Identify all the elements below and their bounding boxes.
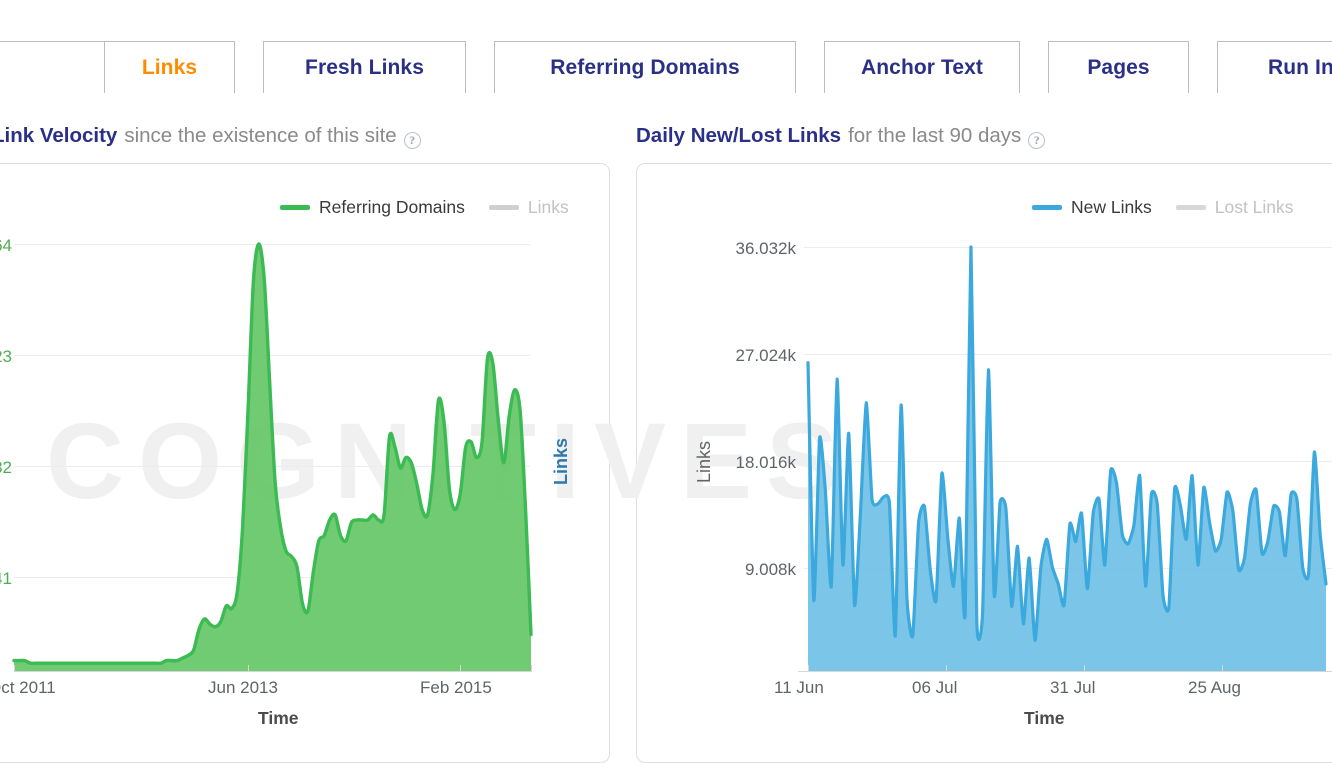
link-velocity-plot [12, 242, 533, 671]
tab-partial-left[interactable] [0, 41, 105, 93]
tab-anchor-text[interactable]: Anchor Text [824, 41, 1020, 93]
daily-links-heading: Daily New/Lost Links for the last 90 day… [636, 124, 1046, 149]
x-tick-11-jun: 11 Jun [774, 678, 824, 697]
y-axis-title-links: Links [694, 440, 714, 483]
daily-links-heading-strong: Daily New/Lost Links [636, 124, 842, 147]
tab-links[interactable]: Links [104, 41, 235, 93]
x-tick-mark [1222, 665, 1223, 672]
y-axis-title-links: Links [551, 437, 571, 485]
daily-links-plot [806, 245, 1328, 671]
tab-run-in[interactable]: Run In- [1217, 41, 1332, 93]
link-velocity-heading: Link Velocity since the existence of thi… [0, 124, 421, 149]
link-velocity-chart: Referring Domains Links 164 123 82 41 Oc… [0, 163, 610, 763]
x-axis-line [798, 671, 1332, 672]
tab-referring-domains[interactable]: Referring Domains [494, 41, 796, 93]
x-tick-mark [531, 665, 532, 672]
x-tick-mark [248, 665, 249, 672]
link-velocity-heading-strong: Link Velocity [0, 124, 118, 147]
x-tick-25-aug: 25 Aug [1188, 678, 1241, 697]
help-icon[interactable]: ? [1028, 132, 1046, 149]
help-icon[interactable]: ? [403, 132, 421, 149]
tab-bar: Links Fresh Links Referring Domains Anch… [0, 0, 1332, 93]
x-tick-06-jul: 06 Jul [912, 678, 958, 697]
x-tick-feb-2015: Feb 2015 [420, 678, 492, 697]
tab-pages[interactable]: Pages [1048, 41, 1189, 93]
x-axis-line [14, 671, 532, 672]
x-tick-jun-2013: Jun 2013 [208, 678, 278, 697]
tab-fresh-links[interactable]: Fresh Links [263, 41, 466, 93]
x-tick-oct-2011: Oct 2011 [0, 678, 56, 697]
x-tick-mark [14, 665, 15, 672]
x-tick-mark [1084, 665, 1085, 672]
x-tick-mark [808, 665, 809, 672]
x-tick-mark [460, 665, 461, 672]
x-tick-31-jul: 31 Jul [1050, 678, 1096, 697]
x-axis-title: Time [1024, 708, 1065, 728]
daily-links-heading-rest: for the last 90 days [848, 124, 1022, 147]
x-tick-mark [946, 665, 947, 672]
link-velocity-heading-rest: since the existence of this site [124, 124, 397, 147]
x-axis-title: Time [258, 708, 299, 728]
area-fill-new-links [808, 246, 1326, 671]
daily-links-chart: New Links Lost Links 36.032k 27.024k 18.… [636, 163, 1332, 763]
